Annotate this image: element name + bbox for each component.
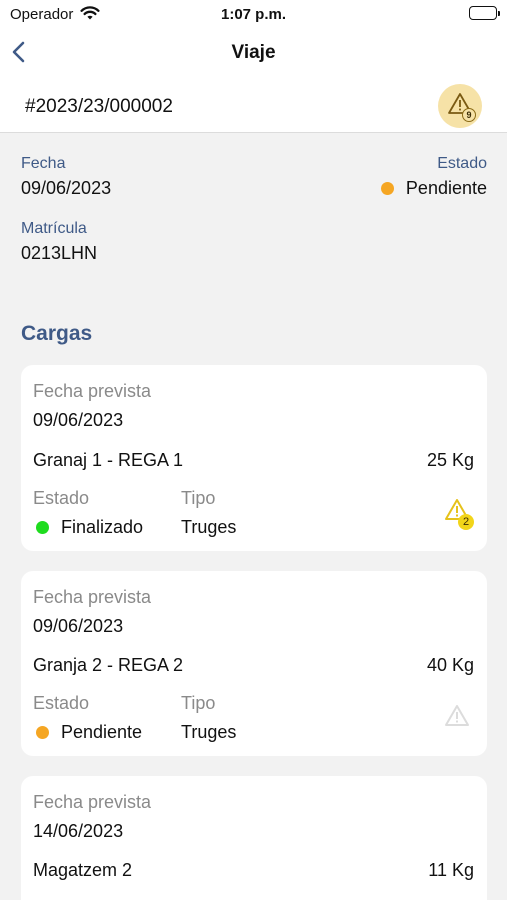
carga-card[interactable]: Fecha prevista 09/06/2023 Granaj 1 - REG… bbox=[21, 365, 487, 551]
carga-tipo: Truges bbox=[181, 517, 237, 537]
carga-status: Pendiente bbox=[36, 722, 142, 743]
tipo-label: Tipo bbox=[181, 488, 216, 508]
fecha-prevista-value: 09/06/2023 bbox=[33, 410, 124, 430]
estado-label: Estado bbox=[33, 693, 90, 713]
status-dot bbox=[36, 521, 49, 534]
matricula-label: Matrícula bbox=[21, 220, 87, 237]
fecha-value: 09/06/2023 bbox=[21, 178, 112, 198]
status-time: 1:07 p.m. bbox=[220, 6, 287, 23]
trip-alerts-count: 9 bbox=[462, 108, 476, 122]
carga-alerts-count: 2 bbox=[458, 514, 474, 530]
carga-status-text: Pendiente bbox=[61, 722, 143, 742]
fecha-label: Fecha bbox=[21, 155, 66, 172]
status-dot bbox=[36, 726, 49, 739]
trip-code: #2023/23/000002 bbox=[25, 96, 173, 117]
trip-alerts-button[interactable]: 9 bbox=[438, 84, 482, 128]
carga-alerts-button[interactable]: 2 bbox=[444, 498, 474, 530]
carga-status: Finalizado bbox=[36, 517, 143, 538]
carga-location: Granaj 1 - REGA 1 bbox=[33, 450, 184, 470]
carga-weight: 40 Kg bbox=[426, 655, 474, 675]
estado-label: Estado bbox=[437, 155, 487, 172]
estado-label: Estado bbox=[33, 488, 90, 508]
status-bar: Operador 1:07 p.m. bbox=[0, 0, 507, 30]
carga-status-text: Finalizado bbox=[61, 517, 144, 537]
warning-icon bbox=[445, 705, 469, 726]
carga-card[interactable]: Fecha prevista 14/06/2023 Magatzem 2 11 … bbox=[21, 776, 487, 900]
cargas-section-title: Cargas bbox=[21, 322, 93, 345]
status-dot bbox=[380, 182, 394, 195]
fecha-prevista-value: 09/06/2023 bbox=[33, 616, 124, 636]
battery-icon bbox=[469, 6, 500, 20]
page-title: Viaje bbox=[231, 42, 276, 63]
carga-weight: 25 Kg bbox=[426, 450, 474, 470]
fecha-prevista-value: 14/06/2023 bbox=[33, 821, 124, 841]
trip-status: Pendiente bbox=[380, 178, 487, 199]
carga-alerts-button[interactable] bbox=[444, 704, 470, 733]
trip-header: #2023/23/000002 9 bbox=[0, 76, 507, 133]
fecha-prevista-label: Fecha prevista bbox=[33, 792, 152, 812]
carga-weight: 11 Kg bbox=[428, 860, 474, 880]
trip-status-text: Pendiente bbox=[405, 178, 487, 198]
fecha-prevista-label: Fecha prevista bbox=[33, 381, 152, 401]
tipo-label: Tipo bbox=[181, 693, 216, 713]
carga-location: Magatzem 2 bbox=[33, 860, 133, 880]
navigation-bar: Viaje bbox=[0, 30, 507, 76]
carga-tipo: Truges bbox=[181, 722, 237, 742]
carga-location: Granja 2 - REGA 2 bbox=[33, 655, 184, 675]
carga-card[interactable]: Fecha prevista 09/06/2023 Granja 2 - REG… bbox=[21, 571, 487, 756]
fecha-prevista-label: Fecha prevista bbox=[33, 587, 152, 607]
matricula-value: 0213LHN bbox=[21, 243, 98, 263]
